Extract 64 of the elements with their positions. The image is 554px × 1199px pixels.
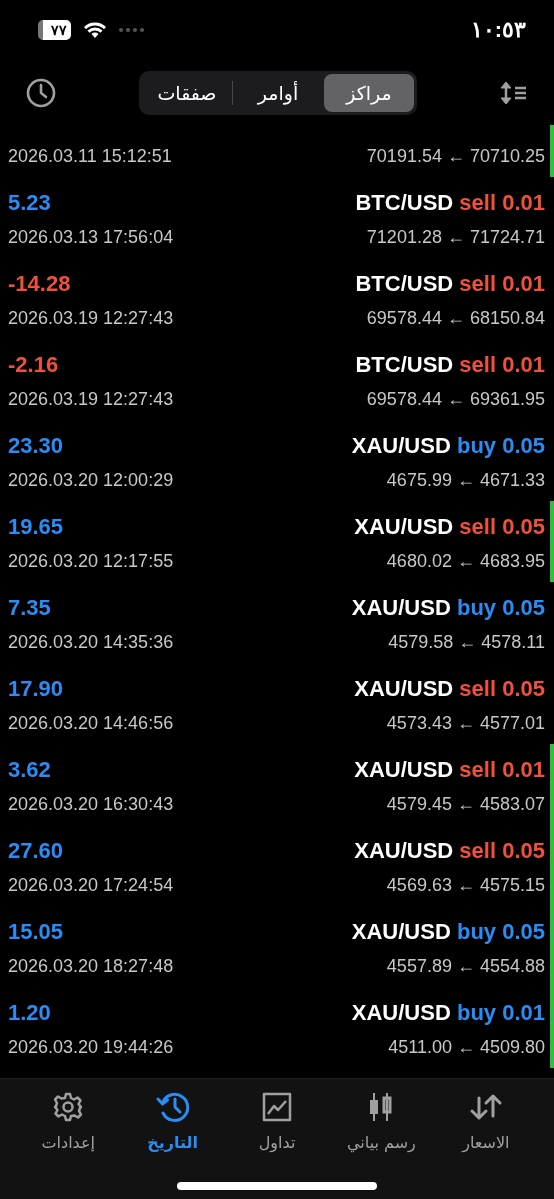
trade-title: BTC/USD sell 0.01 <box>355 190 545 216</box>
price-range: 4573.43 ← 4577.01 <box>386 712 545 734</box>
profit-value: 3.62 <box>8 757 51 783</box>
battery-level: ٧٧ <box>38 20 71 40</box>
profit-value: -14.28 <box>8 271 71 297</box>
price-range: 4680.02 ← 4683.95 <box>386 550 545 572</box>
trade-title: XAU/USD sell 0.05 <box>354 838 545 864</box>
profit-value: 15.05 <box>8 919 64 945</box>
profit-value: 27.60 <box>8 838 64 864</box>
profit-value: -2.16 <box>8 352 59 378</box>
trade-time: 2026.03.11 15:12:51 <box>8 145 172 167</box>
trade-time: 2026.03.20 16:30:43 <box>8 793 174 815</box>
trade-title: XAU/USD buy 0.05 <box>351 595 545 621</box>
price-range: 70191.54 ← 70710.25 <box>366 145 545 167</box>
signal-icon <box>119 28 144 32</box>
price-range: 4557.89 ← 4554.88 <box>386 955 545 977</box>
trade-time: 2026.03.20 19:44:26 <box>8 1036 174 1058</box>
profit-value: 7.35 <box>8 595 51 621</box>
trade-time: 2026.03.20 12:00:29 <box>8 469 174 491</box>
profit-value: 17.90 <box>8 676 64 702</box>
profit-value: 19.65 <box>8 514 64 540</box>
price-range: 4579.58 ← 4578.11 <box>388 631 545 653</box>
trade-time: 2026.03.20 12:17:55 <box>8 550 174 572</box>
up-down-arrows-icon <box>468 1092 503 1122</box>
tab-bar-item[interactable]: تداول <box>227 1091 328 1152</box>
price-range: 69578.44 ← 69361.95 <box>366 388 545 410</box>
settings-icon <box>53 1092 84 1122</box>
trade-title: XAU/USD sell 0.05 <box>354 514 545 540</box>
sort-icon[interactable] <box>500 79 528 106</box>
trade-time: 2026.03.20 18:27:48 <box>8 955 174 977</box>
trade-time: 2026.03.13 17:56:04 <box>8 226 174 248</box>
profit-value: 1.20 <box>8 1000 51 1026</box>
wifi-icon <box>83 21 107 39</box>
trade-time: 2026.03.19 12:27:43 <box>8 388 174 410</box>
tab-bar-item[interactable]: الاسعار <box>435 1091 536 1152</box>
price-range: 4511.00 ← 4509.80 <box>388 1036 545 1058</box>
clock-time: ١٠:٥٣ <box>470 17 526 43</box>
trade-time: 2026.03.20 14:46:56 <box>8 712 174 734</box>
segment-tab[interactable]: مراكز <box>324 73 414 112</box>
trade-time: 2026.03.19 12:27:43 <box>8 307 174 329</box>
trade-time: 2026.03.20 17:24:54 <box>8 874 174 896</box>
segment-tab[interactable]: صفقات <box>142 73 232 112</box>
history-icon <box>155 1091 190 1123</box>
trade-title: XAU/USD sell 0.05 <box>354 676 545 702</box>
profit-value: 5.23 <box>8 190 51 216</box>
price-range: 4579.45 ← 4583.07 <box>386 793 545 815</box>
trade-title: XAU/USD buy 0.05 <box>351 919 545 945</box>
price-range: 4569.63 ← 4575.15 <box>386 874 545 896</box>
trade-title: BTC/USD sell 0.01 <box>355 271 545 297</box>
price-range: 4675.99 ← 4671.33 <box>386 469 545 491</box>
tab-bar-item[interactable]: رسم بياني <box>331 1091 432 1152</box>
profit-value: 23.30 <box>8 433 64 459</box>
trade-title: XAU/USD sell 0.01 <box>354 757 545 783</box>
price-range: 71201.28 ← 71724.71 <box>366 226 545 248</box>
price-range: 69578.44 ← 68150.84 <box>366 307 545 329</box>
segment-tab[interactable]: أوامر <box>233 73 323 112</box>
trade-title: XAU/USD buy 0.01 <box>351 1000 545 1026</box>
tab-bar-item[interactable]: إعدادات <box>18 1091 119 1152</box>
line-chart-icon <box>262 1092 293 1122</box>
clock-icon[interactable] <box>26 77 56 108</box>
trade-title: XAU/USD buy 0.05 <box>351 433 545 459</box>
trade-time: 2026.03.20 14:35:36 <box>8 631 174 653</box>
tab-bar-item[interactable]: التاريخ <box>122 1091 223 1152</box>
trade-title: BTC/USD sell 0.01 <box>355 352 545 378</box>
